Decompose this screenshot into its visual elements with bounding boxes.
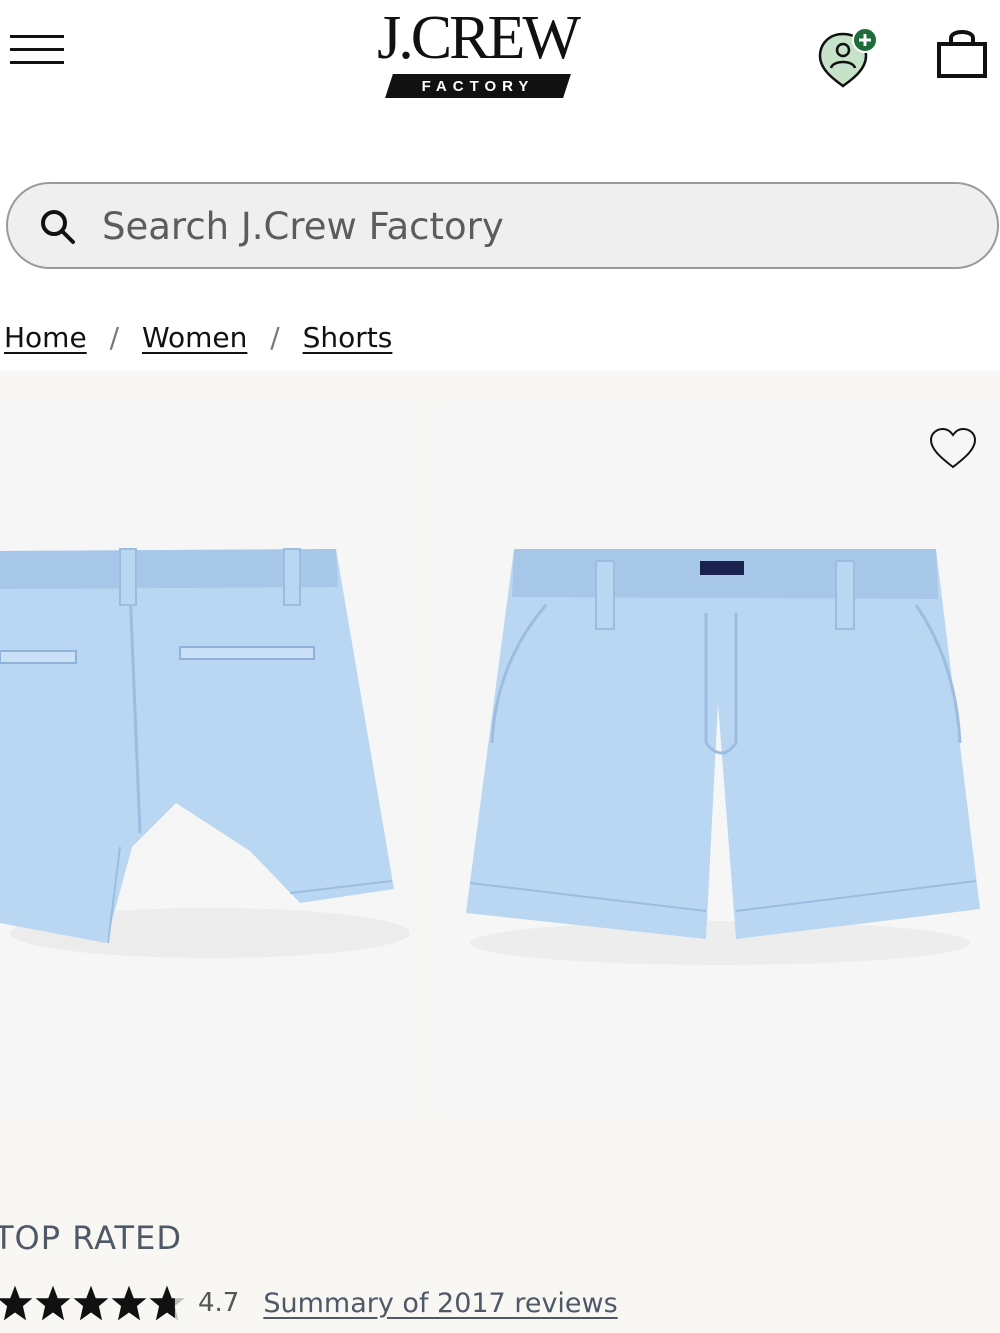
shopping-bag-icon[interactable]	[934, 26, 990, 82]
breadcrumb-separator: /	[270, 321, 280, 354]
rating-row: 4.7 Summary of 2017 reviews	[0, 1281, 618, 1325]
star-icon	[111, 1285, 147, 1321]
product-page: J.CREW FACTORY Search J.Crew Factory Hom…	[0, 0, 1000, 1333]
breadcrumb: Home / Women / Shorts	[4, 318, 392, 358]
top-rated-badge: TOP RATED	[0, 1219, 182, 1257]
star-icon	[0, 1285, 33, 1321]
account-pin-icon[interactable]	[815, 24, 883, 92]
search-bar[interactable]	[6, 182, 999, 269]
product-image-gallery[interactable]	[0, 371, 1000, 1133]
breadcrumb-shorts[interactable]: Shorts	[303, 321, 393, 354]
site-header: J.CREW FACTORY	[0, 0, 1000, 120]
star-partial-icon	[149, 1285, 185, 1321]
star-icon	[73, 1285, 109, 1321]
product-image-back[interactable]	[0, 403, 418, 1115]
heart-outline-icon[interactable]	[928, 427, 978, 471]
search-icon[interactable]	[38, 207, 78, 247]
logo-subtitle: FACTORY	[421, 78, 535, 95]
search-input[interactable]	[102, 196, 962, 256]
product-info: TOP RATED 4.7 Summary of 2017 reviews	[0, 1133, 1000, 1333]
rating-value: 4.7	[198, 1288, 240, 1318]
breadcrumb-home[interactable]: Home	[4, 321, 87, 354]
jcrew-factory-logo[interactable]: J.CREW FACTORY	[355, 4, 600, 103]
breadcrumb-separator: /	[109, 321, 120, 354]
plus-badge-icon	[852, 27, 878, 53]
product-image-front[interactable]	[436, 403, 1000, 1115]
star-rating	[0, 1284, 186, 1322]
star-icon	[35, 1285, 71, 1321]
reviews-summary-link[interactable]: Summary of 2017 reviews	[263, 1288, 617, 1319]
hamburger-menu-icon[interactable]	[10, 32, 66, 72]
breadcrumb-women[interactable]: Women	[142, 321, 247, 354]
logo-wordmark: J.CREW	[377, 4, 581, 72]
